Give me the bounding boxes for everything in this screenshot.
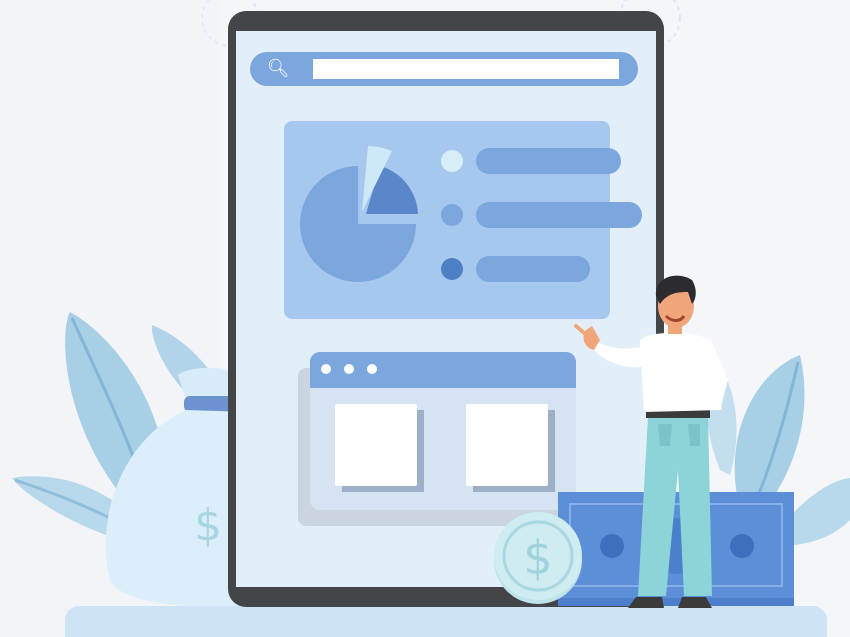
illustration-scene: $ 🔍︎ $ [0, 0, 850, 637]
presenter-figure [574, 275, 728, 608]
